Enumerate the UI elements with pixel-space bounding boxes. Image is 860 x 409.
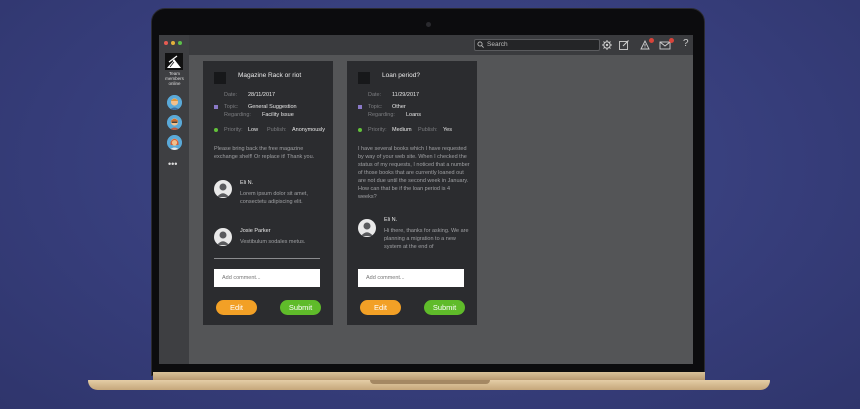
publish-value: Yes <box>443 127 452 133</box>
priority-value: Low <box>248 127 259 133</box>
mail-badge <box>669 38 674 43</box>
date-value: 11/29/2017 <box>392 92 420 98</box>
priority-label: Priority: <box>224 127 243 133</box>
regarding-label: Regarding: <box>368 112 395 118</box>
webcam <box>426 22 431 27</box>
compose-icon[interactable] <box>618 39 630 51</box>
close-window-button[interactable] <box>164 41 168 45</box>
ticket-thumbnail <box>214 72 226 84</box>
regarding-label: Regarding: <box>224 112 251 118</box>
date-label: Date: <box>368 92 382 98</box>
ticket-title: Magazine Rack or riot <box>238 72 302 79</box>
submit-button[interactable]: Submit <box>424 300 465 315</box>
team-members-label: Team members online <box>165 71 184 86</box>
ticket-title: Loan period? <box>382 72 420 79</box>
settings-icon[interactable] <box>601 39 613 51</box>
regarding-value: Loans <box>406 112 421 118</box>
laptop-hinge <box>153 372 705 380</box>
user-avatar-icon <box>358 219 376 237</box>
priority-label: Priority: <box>368 127 387 133</box>
comment-author: Eli N. <box>240 180 254 186</box>
avatar-2[interactable] <box>167 115 182 130</box>
maximize-window-button[interactable] <box>178 41 182 45</box>
topic-marker-icon <box>214 105 218 109</box>
priority-dot-icon <box>358 128 362 132</box>
search-icon <box>477 41 484 48</box>
avatar-3[interactable] <box>167 135 182 150</box>
comment-author: Eli N. <box>384 217 398 223</box>
regarding-value: Facility Issue <box>262 112 294 118</box>
date-label: Date: <box>224 92 238 98</box>
ticket-body: I have several books which I have reques… <box>358 146 470 200</box>
ticket-card-1: Magazine Rack or riot Date: 28/11/2017 T… <box>203 61 333 325</box>
comment-input[interactable] <box>214 269 320 287</box>
user-avatar-icon <box>214 228 232 246</box>
publish-label: Publish: <box>267 127 287 133</box>
more-members-button[interactable]: ••• <box>168 159 177 169</box>
edit-button[interactable]: Edit <box>360 300 401 315</box>
edit-button[interactable]: Edit <box>216 300 257 315</box>
sidebar: Team members online ••• <box>159 35 189 364</box>
topic-value: General Suggestion <box>248 104 297 110</box>
priority-dot-icon <box>214 128 218 132</box>
topic-label: Topic: <box>224 104 239 110</box>
ticket-card-2: Loan period? Date: 11/29/2017 Topic: Oth… <box>347 61 477 325</box>
minimize-window-button[interactable] <box>171 41 175 45</box>
priority-value: Medium <box>392 127 412 133</box>
comment-text: Hi there, thanks for asking. We are plan… <box>384 228 469 250</box>
topic-marker-icon <box>358 105 362 109</box>
ticket-body: Please bring back the free magazine exch… <box>214 146 315 160</box>
app-logo-icon <box>165 53 183 70</box>
submit-button[interactable]: Submit <box>280 300 321 315</box>
comment-text: Vestibulum sodales metus. <box>240 239 306 245</box>
publish-label: Publish: <box>418 127 438 133</box>
avatar-1[interactable] <box>167 95 182 110</box>
search-input[interactable]: Search <box>474 39 600 51</box>
comment-input[interactable] <box>358 269 464 287</box>
publish-value: Anonymously <box>292 127 326 133</box>
ticket-thumbnail <box>358 72 370 84</box>
topic-value: Other <box>392 104 406 110</box>
comment-author: Josie Parker <box>240 228 271 234</box>
date-value: 28/11/2017 <box>248 92 276 98</box>
user-avatar-icon <box>214 180 232 198</box>
laptop-notch <box>370 380 490 384</box>
alerts-badge <box>649 38 654 43</box>
comment-divider <box>214 258 320 259</box>
help-icon[interactable]: ? <box>683 38 689 49</box>
top-bar: Search ? <box>189 35 693 55</box>
app-screen: Team members online ••• Search ? Magazin… <box>159 35 693 364</box>
comment-text: Lorem ipsum dolor sit amet, consectetu a… <box>240 191 308 205</box>
topic-label: Topic: <box>368 104 383 110</box>
